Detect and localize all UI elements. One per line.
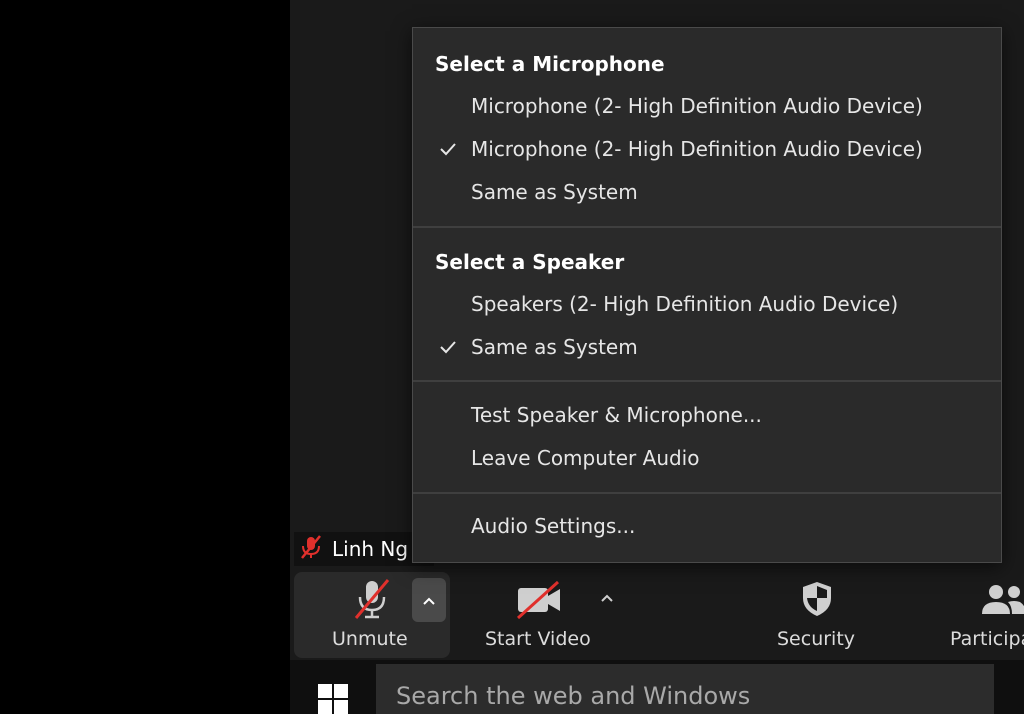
audio-options-menu: Select a Microphone Microphone (2- High … <box>412 27 1002 563</box>
test-speaker-microphone-label: Test Speaker & Microphone... <box>471 403 762 427</box>
checkmark-icon <box>439 141 457 160</box>
security-button[interactable]: Security <box>768 572 868 658</box>
muted-mic-icon <box>298 534 324 564</box>
microphone-same-as-system-option[interactable]: Same as System <box>413 174 1001 214</box>
menu-divider <box>413 492 1001 494</box>
checkmark-icon <box>439 339 457 358</box>
unmute-button[interactable]: Unmute <box>294 572 450 658</box>
left-black-region <box>0 0 290 714</box>
select-speaker-heading: Select a Speaker <box>435 250 625 274</box>
microphone-option-label: Same as System <box>471 180 638 204</box>
unmute-label: Unmute <box>332 628 408 650</box>
shield-icon <box>800 580 834 622</box>
test-speaker-microphone-item[interactable]: Test Speaker & Microphone... <box>413 397 1001 437</box>
microphone-option-label: Microphone (2- High Definition Audio Dev… <box>471 94 923 118</box>
speaker-option-label: Speakers (2- High Definition Audio Devic… <box>471 292 899 316</box>
windows-start-icon[interactable] <box>318 684 348 714</box>
participants-icon <box>980 582 1024 622</box>
audio-options-caret-button[interactable] <box>412 578 446 622</box>
security-label: Security <box>777 628 856 650</box>
leave-computer-audio-label: Leave Computer Audio <box>471 446 700 470</box>
microphone-option-label: Microphone (2- High Definition Audio Dev… <box>471 137 923 161</box>
microphone-option[interactable]: Microphone (2- High Definition Audio Dev… <box>413 88 1001 128</box>
participants-label: Participa <box>950 628 1024 650</box>
speaker-option[interactable]: Speakers (2- High Definition Audio Devic… <box>413 286 1001 326</box>
chevron-up-icon <box>600 588 614 607</box>
leave-computer-audio-item[interactable]: Leave Computer Audio <box>413 440 1001 480</box>
select-microphone-heading: Select a Microphone <box>435 52 665 76</box>
menu-divider <box>413 226 1001 228</box>
participant-name: Linh Ng <box>332 537 409 561</box>
taskbar-search-box[interactable] <box>376 664 994 714</box>
microphone-option-selected[interactable]: Microphone (2- High Definition Audio Dev… <box>413 131 1001 171</box>
speaker-same-as-system-option-selected[interactable]: Same as System <box>413 329 1001 369</box>
video-off-icon <box>514 580 564 624</box>
start-video-label: Start Video <box>485 628 591 650</box>
taskbar-search-input[interactable] <box>396 678 976 714</box>
menu-divider <box>413 380 1001 382</box>
meeting-toolbar: Unmute Start Video Security Participa <box>290 568 1024 660</box>
audio-settings-label: Audio Settings... <box>471 514 636 538</box>
chevron-up-icon <box>422 591 436 610</box>
windows-taskbar <box>290 660 1024 714</box>
video-options-caret-button[interactable] <box>592 582 622 612</box>
muted-microphone-icon <box>352 578 392 624</box>
speaker-option-label: Same as System <box>471 335 638 359</box>
audio-settings-item[interactable]: Audio Settings... <box>413 508 1001 548</box>
participants-button[interactable]: Participa <box>940 572 1024 658</box>
